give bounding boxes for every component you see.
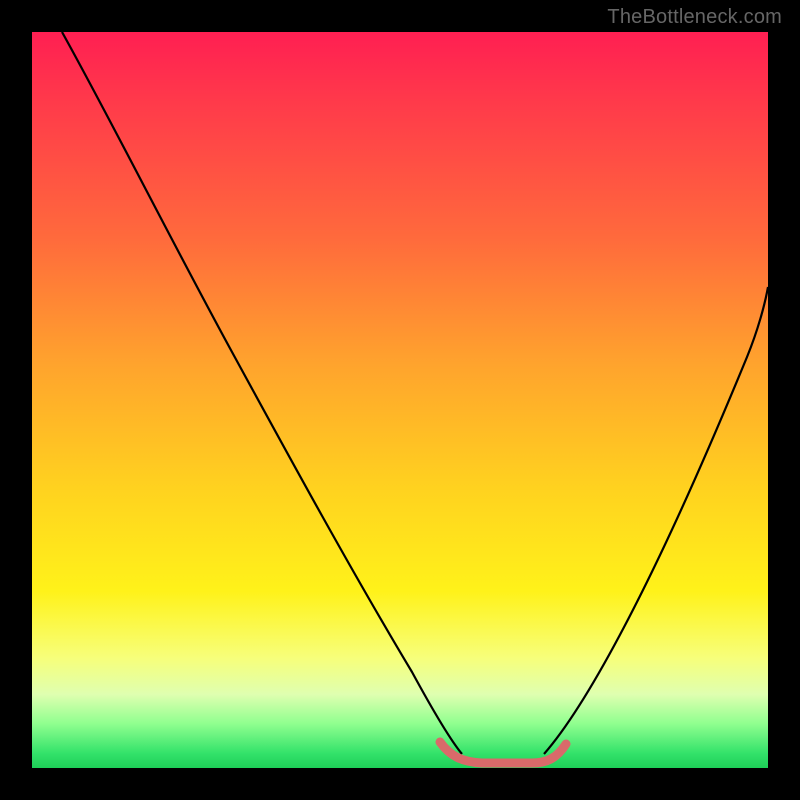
chart-frame: TheBottleneck.com [0,0,800,800]
right-curve [544,287,768,754]
plot-area [32,32,768,768]
valley-floor [440,742,566,763]
curve-overlay [32,32,768,768]
watermark-text: TheBottleneck.com [607,6,782,29]
left-curve [62,32,462,754]
